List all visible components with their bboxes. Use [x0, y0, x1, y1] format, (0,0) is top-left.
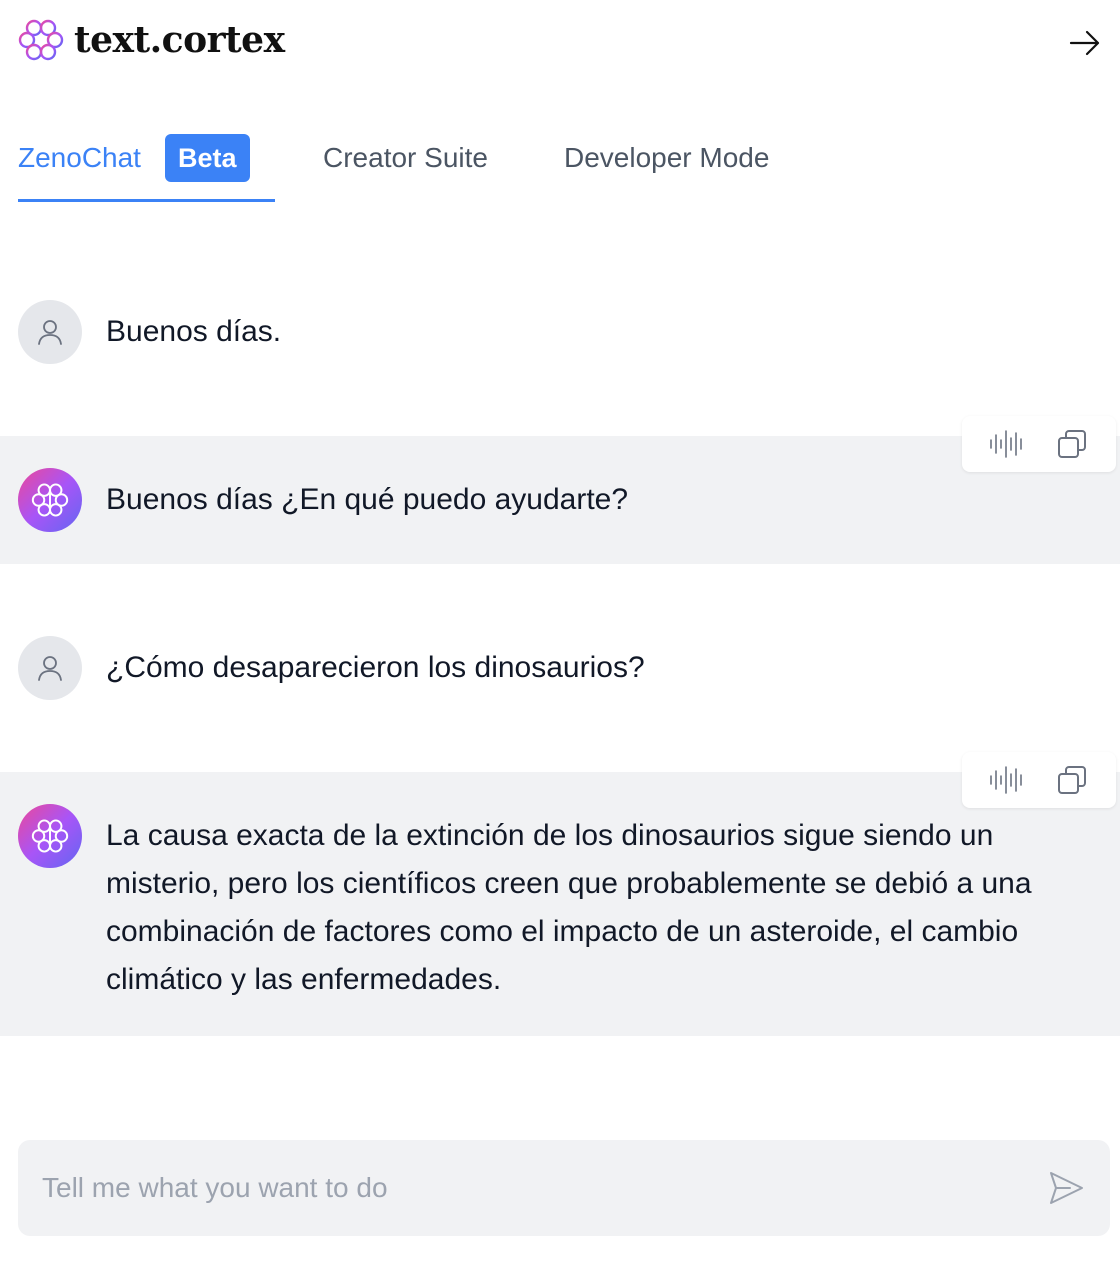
user-icon [38, 656, 62, 681]
tab-developer-mode[interactable]: Developer Mode [564, 130, 769, 202]
assistant-avatar [18, 804, 82, 868]
tab-creator-suite[interactable]: Creator Suite [323, 130, 488, 202]
read-aloud-button[interactable] [988, 425, 1026, 463]
chat-message-user: ¿Cómo desaparecieron los dinosaurios? [0, 626, 1120, 716]
prompt-input[interactable] [42, 1140, 1022, 1236]
tab-zenochat[interactable]: ZenoChat Beta [18, 130, 275, 202]
beta-badge: Beta [164, 134, 250, 182]
tab-label: ZenoChat [18, 142, 141, 173]
message-text: La causa exacta de la extinción de los d… [106, 819, 1032, 996]
brain-icon [31, 819, 69, 853]
brand-logo[interactable]: text.cortex [18, 18, 285, 62]
audio-wave-icon [989, 766, 1022, 794]
copy-icon [1057, 430, 1086, 458]
brain-icon [18, 19, 64, 61]
chat-message-assistant: La causa exacta de la extinción de los d… [0, 752, 1120, 1036]
arrow-right-icon [1069, 30, 1100, 56]
send-icon [1050, 1172, 1083, 1204]
chat-message-assistant: Buenos días ¿En qué puedo ayudarte? [0, 416, 1120, 564]
assistant-avatar [18, 468, 82, 532]
read-aloud-button[interactable] [988, 761, 1026, 799]
brain-icon [31, 483, 69, 517]
copy-button[interactable] [1053, 425, 1091, 463]
message-actions [962, 752, 1116, 808]
tab-label: Developer Mode [564, 142, 770, 173]
send-button[interactable] [1046, 1168, 1086, 1208]
copy-button[interactable] [1053, 761, 1091, 799]
composer [18, 1140, 1110, 1236]
user-avatar [18, 636, 82, 700]
message-text: Buenos días. [106, 315, 282, 348]
audio-wave-icon [989, 430, 1022, 458]
collapse-button[interactable] [1068, 26, 1102, 60]
message-text: Buenos días ¿En qué puedo ayudarte? [106, 483, 629, 516]
header: text.cortex [0, 0, 1120, 84]
message-actions [962, 416, 1116, 472]
tab-label: Creator Suite [323, 142, 488, 173]
user-icon [38, 320, 62, 345]
brand-name: text.cortex [74, 19, 285, 61]
copy-icon [1057, 766, 1086, 794]
user-avatar [18, 300, 82, 364]
message-text: ¿Cómo desaparecieron los dinosaurios? [106, 651, 645, 684]
chat-message-user: Buenos días. [0, 290, 1120, 380]
tab-bar: ZenoChat Beta Creator Suite Developer Mo… [18, 130, 1102, 202]
